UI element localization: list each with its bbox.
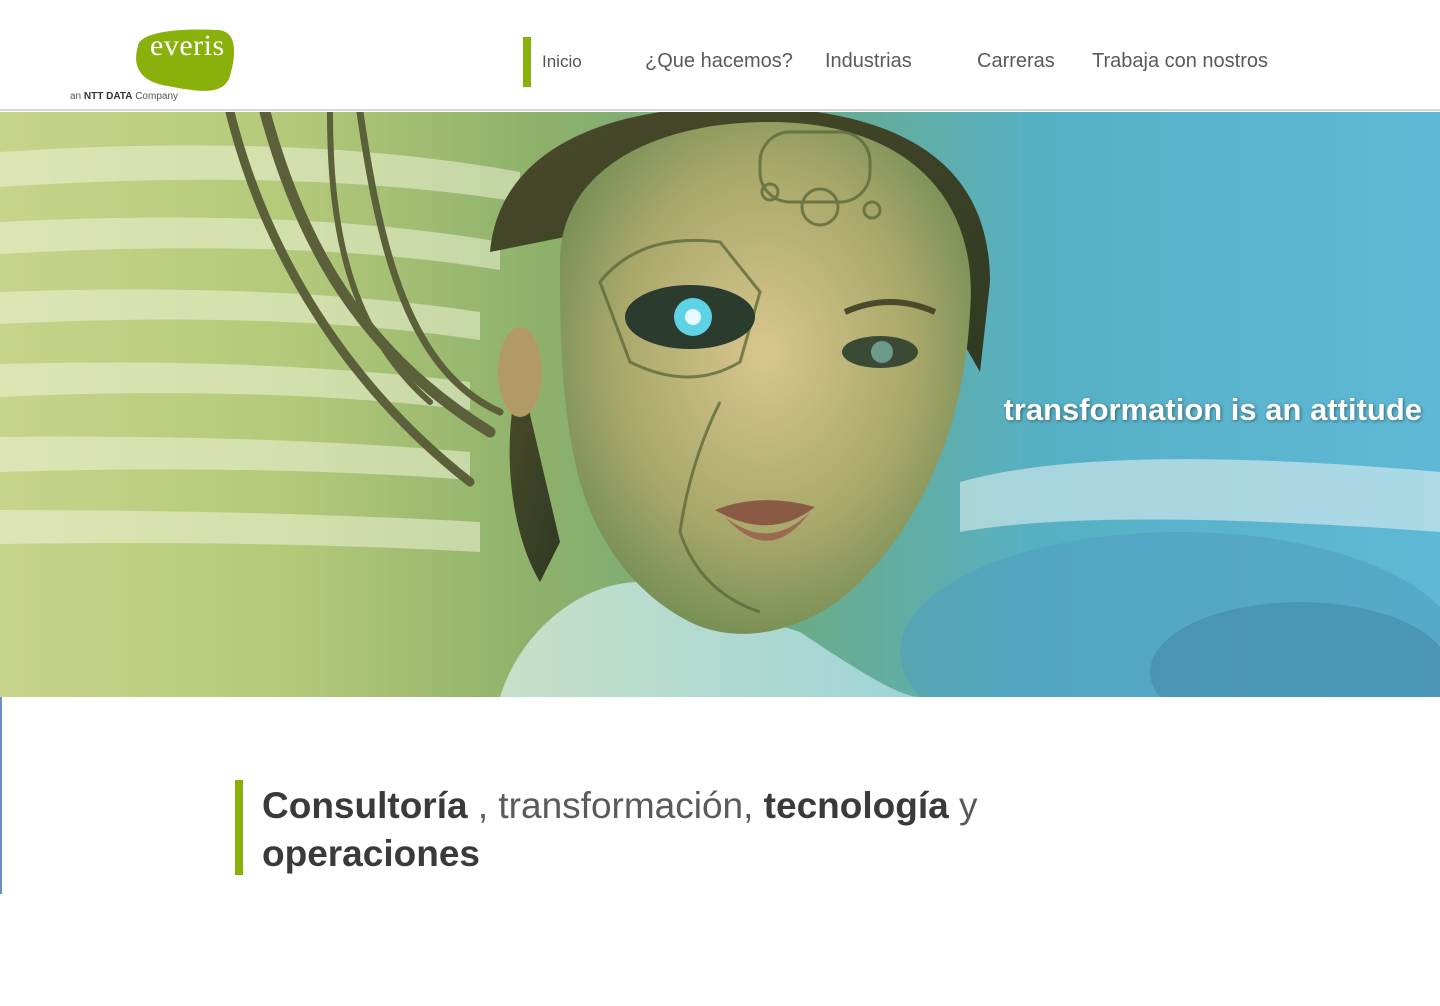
- nav-item-trabaja[interactable]: Trabaja con nostros: [1092, 50, 1268, 73]
- headline-accent-bar: [235, 780, 243, 875]
- everis-logo[interactable]: everis an NTT DATA Company: [68, 26, 248, 106]
- headline-transformacion: , transformación,: [467, 785, 764, 826]
- nav-active-marker: [523, 37, 531, 87]
- logo-wordmark: everis: [150, 29, 225, 62]
- headline-consultoria: Consultoría: [262, 785, 468, 826]
- hero-tagline: transformation is an attitude: [1003, 392, 1422, 427]
- left-edge-line: [0, 697, 2, 894]
- headline-operaciones: operaciones: [262, 833, 480, 874]
- logo-tagline: an NTT DATA Company: [70, 91, 179, 102]
- nav-item-carreras[interactable]: Carreras: [977, 50, 1055, 73]
- hero-banner: transformation is an attitude: [0, 112, 1440, 697]
- site-header: everis an NTT DATA Company Inicio ¿Que h…: [0, 0, 1440, 111]
- nav-item-industrias[interactable]: Industrias: [825, 50, 912, 73]
- headline-tecnologia: tecnología: [763, 785, 949, 826]
- nav-item-inicio[interactable]: Inicio: [542, 52, 582, 72]
- nav-item-que-hacemos[interactable]: ¿Que hacemos?: [645, 50, 793, 73]
- headline-y: y: [948, 785, 978, 826]
- services-headline: Consultoría , transformación, tecnología…: [262, 782, 1162, 878]
